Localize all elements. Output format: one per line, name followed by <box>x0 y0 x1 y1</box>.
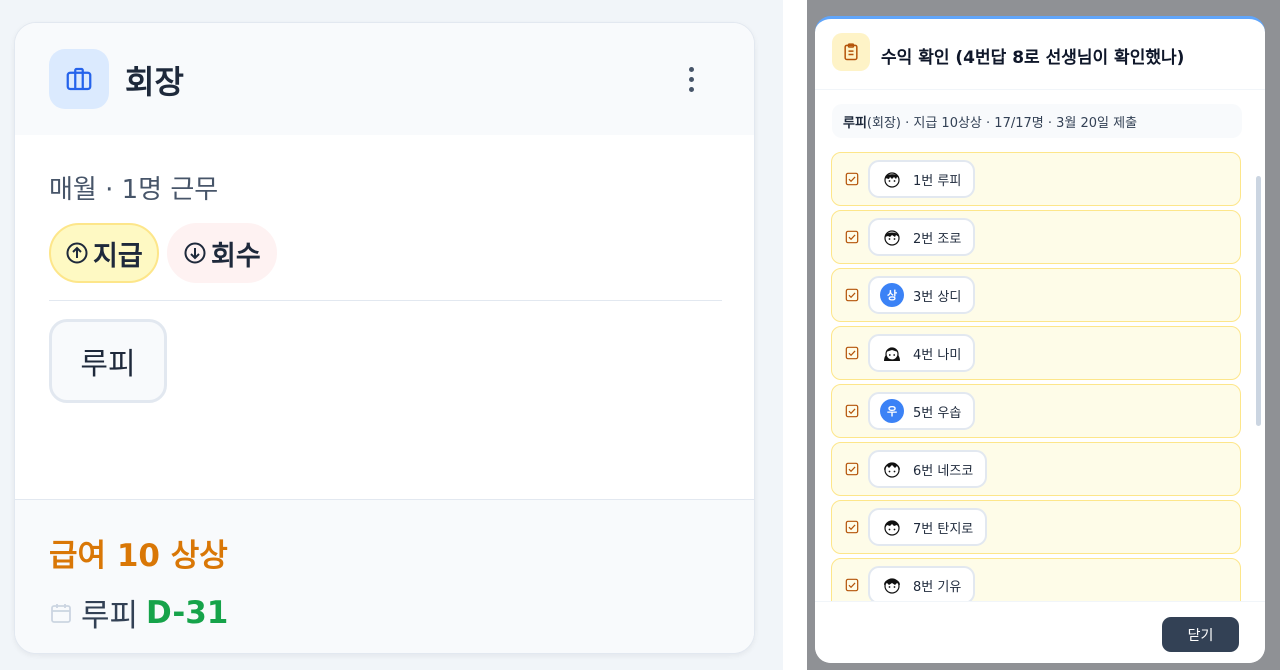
member-label: 8번 기유 <box>913 579 962 595</box>
list-item[interactable]: 6번 네즈코 <box>831 442 1241 496</box>
due-dday: D-31 <box>146 594 229 631</box>
summary-bar: 루피 (회장) · 지급 10상상 · 17/17명 · 3월 20일 제출 <box>832 104 1242 138</box>
arrow-up-circle-icon <box>66 242 88 264</box>
list-item[interactable]: 8번 기유 <box>831 558 1241 601</box>
member-chip[interactable]: 루피 <box>49 319 167 403</box>
card-title: 회장 <box>125 63 184 101</box>
calendar-icon <box>51 603 71 623</box>
character-avatar-icon <box>880 341 904 365</box>
modal-header: 수익 확인 (4번답 8로 선생님이 확인했나) <box>815 19 1265 89</box>
list-item[interactable]: 2번 조로 <box>831 210 1241 264</box>
collect-tag[interactable]: 회수 <box>167 223 277 283</box>
list-item[interactable]: 상 3번 상디 <box>831 268 1241 322</box>
list-item[interactable]: 우 5번 우솝 <box>831 384 1241 438</box>
panel-gap <box>783 0 807 670</box>
character-avatar-icon <box>880 515 904 539</box>
divider <box>49 300 722 301</box>
character-avatar-icon <box>880 225 904 249</box>
checkbox-checked-icon[interactable] <box>845 172 859 186</box>
checkbox-checked-icon[interactable] <box>845 520 859 534</box>
checkbox-checked-icon[interactable] <box>845 346 859 360</box>
close-button[interactable]: 닫기 <box>1162 617 1239 652</box>
summary-name: 루피 <box>843 115 867 131</box>
member-pill: 8번 기유 <box>868 566 976 601</box>
confirm-modal: 수익 확인 (4번답 8로 선생님이 확인했나) 루피 (회장) · 지급 10… <box>815 16 1265 663</box>
member-pill: 7번 탄지로 <box>868 508 988 546</box>
role-card: 회장 매월 · 1명 근무 지급 회수 루피 급여 10 상상 루피 D-31 <box>14 22 755 654</box>
schedule-text: 매월 · 1명 근무 <box>49 175 219 205</box>
member-pill: 6번 네즈코 <box>868 450 988 488</box>
initial-avatar: 우 <box>880 399 904 423</box>
modal-body: 루피 (회장) · 지급 10상상 · 17/17명 · 3월 20일 제출 1… <box>815 89 1265 601</box>
card-header: 회장 <box>15 23 754 135</box>
briefcase-icon <box>49 49 109 109</box>
member-pill: 2번 조로 <box>868 218 976 256</box>
summary-details: (회장) · 지급 10상상 · 17/17명 · 3월 20일 제출 <box>866 115 1138 131</box>
list-item[interactable]: 1번 루피 <box>831 152 1241 206</box>
member-label: 1번 루피 <box>913 173 962 189</box>
member-label: 6번 네즈코 <box>913 463 974 479</box>
checkbox-checked-icon[interactable] <box>845 462 859 476</box>
modal-title: 수익 확인 (4번답 8로 선생님이 확인했나) <box>881 48 1185 68</box>
arrow-down-circle-icon <box>184 242 206 264</box>
member-pill: 상 3번 상디 <box>868 276 976 314</box>
due-name: 루피 <box>81 598 139 634</box>
checkbox-checked-icon[interactable] <box>845 288 859 302</box>
member-pill: 우 5번 우솝 <box>868 392 976 430</box>
member-label: 4번 나미 <box>913 347 962 363</box>
member-pill: 1번 루피 <box>868 160 976 198</box>
character-avatar-icon <box>880 167 904 191</box>
scrollbar[interactable] <box>1256 176 1261 426</box>
character-avatar-icon <box>880 573 904 597</box>
collect-tag-label: 회수 <box>211 240 261 272</box>
pay-tag[interactable]: 지급 <box>49 223 159 283</box>
modal-footer: 닫기 <box>815 601 1265 663</box>
dot <box>688 66 694 72</box>
list-item[interactable]: 4번 나미 <box>831 326 1241 380</box>
initial-avatar: 상 <box>880 283 904 307</box>
pay-tag-label: 지급 <box>93 240 143 272</box>
checkbox-checked-icon[interactable] <box>845 404 859 418</box>
card-footer: 급여 10 상상 루피 D-31 <box>15 499 754 653</box>
checkbox-checked-icon[interactable] <box>845 230 859 244</box>
dot <box>688 76 694 82</box>
member-label: 7번 탄지로 <box>913 521 974 537</box>
member-label: 3번 상디 <box>913 289 962 305</box>
more-options-icon[interactable] <box>679 59 703 99</box>
due-row: 루피 D-31 <box>49 590 228 635</box>
clipboard-icon <box>832 33 870 71</box>
salary-text: 급여 10 상상 <box>49 538 228 574</box>
checkbox-checked-icon[interactable] <box>845 578 859 592</box>
member-label: 5번 우솝 <box>913 405 962 421</box>
dot <box>688 86 694 92</box>
member-pill: 4번 나미 <box>868 334 976 372</box>
member-label: 2번 조로 <box>913 231 962 247</box>
character-avatar-icon <box>880 457 904 481</box>
list-item[interactable]: 7번 탄지로 <box>831 500 1241 554</box>
